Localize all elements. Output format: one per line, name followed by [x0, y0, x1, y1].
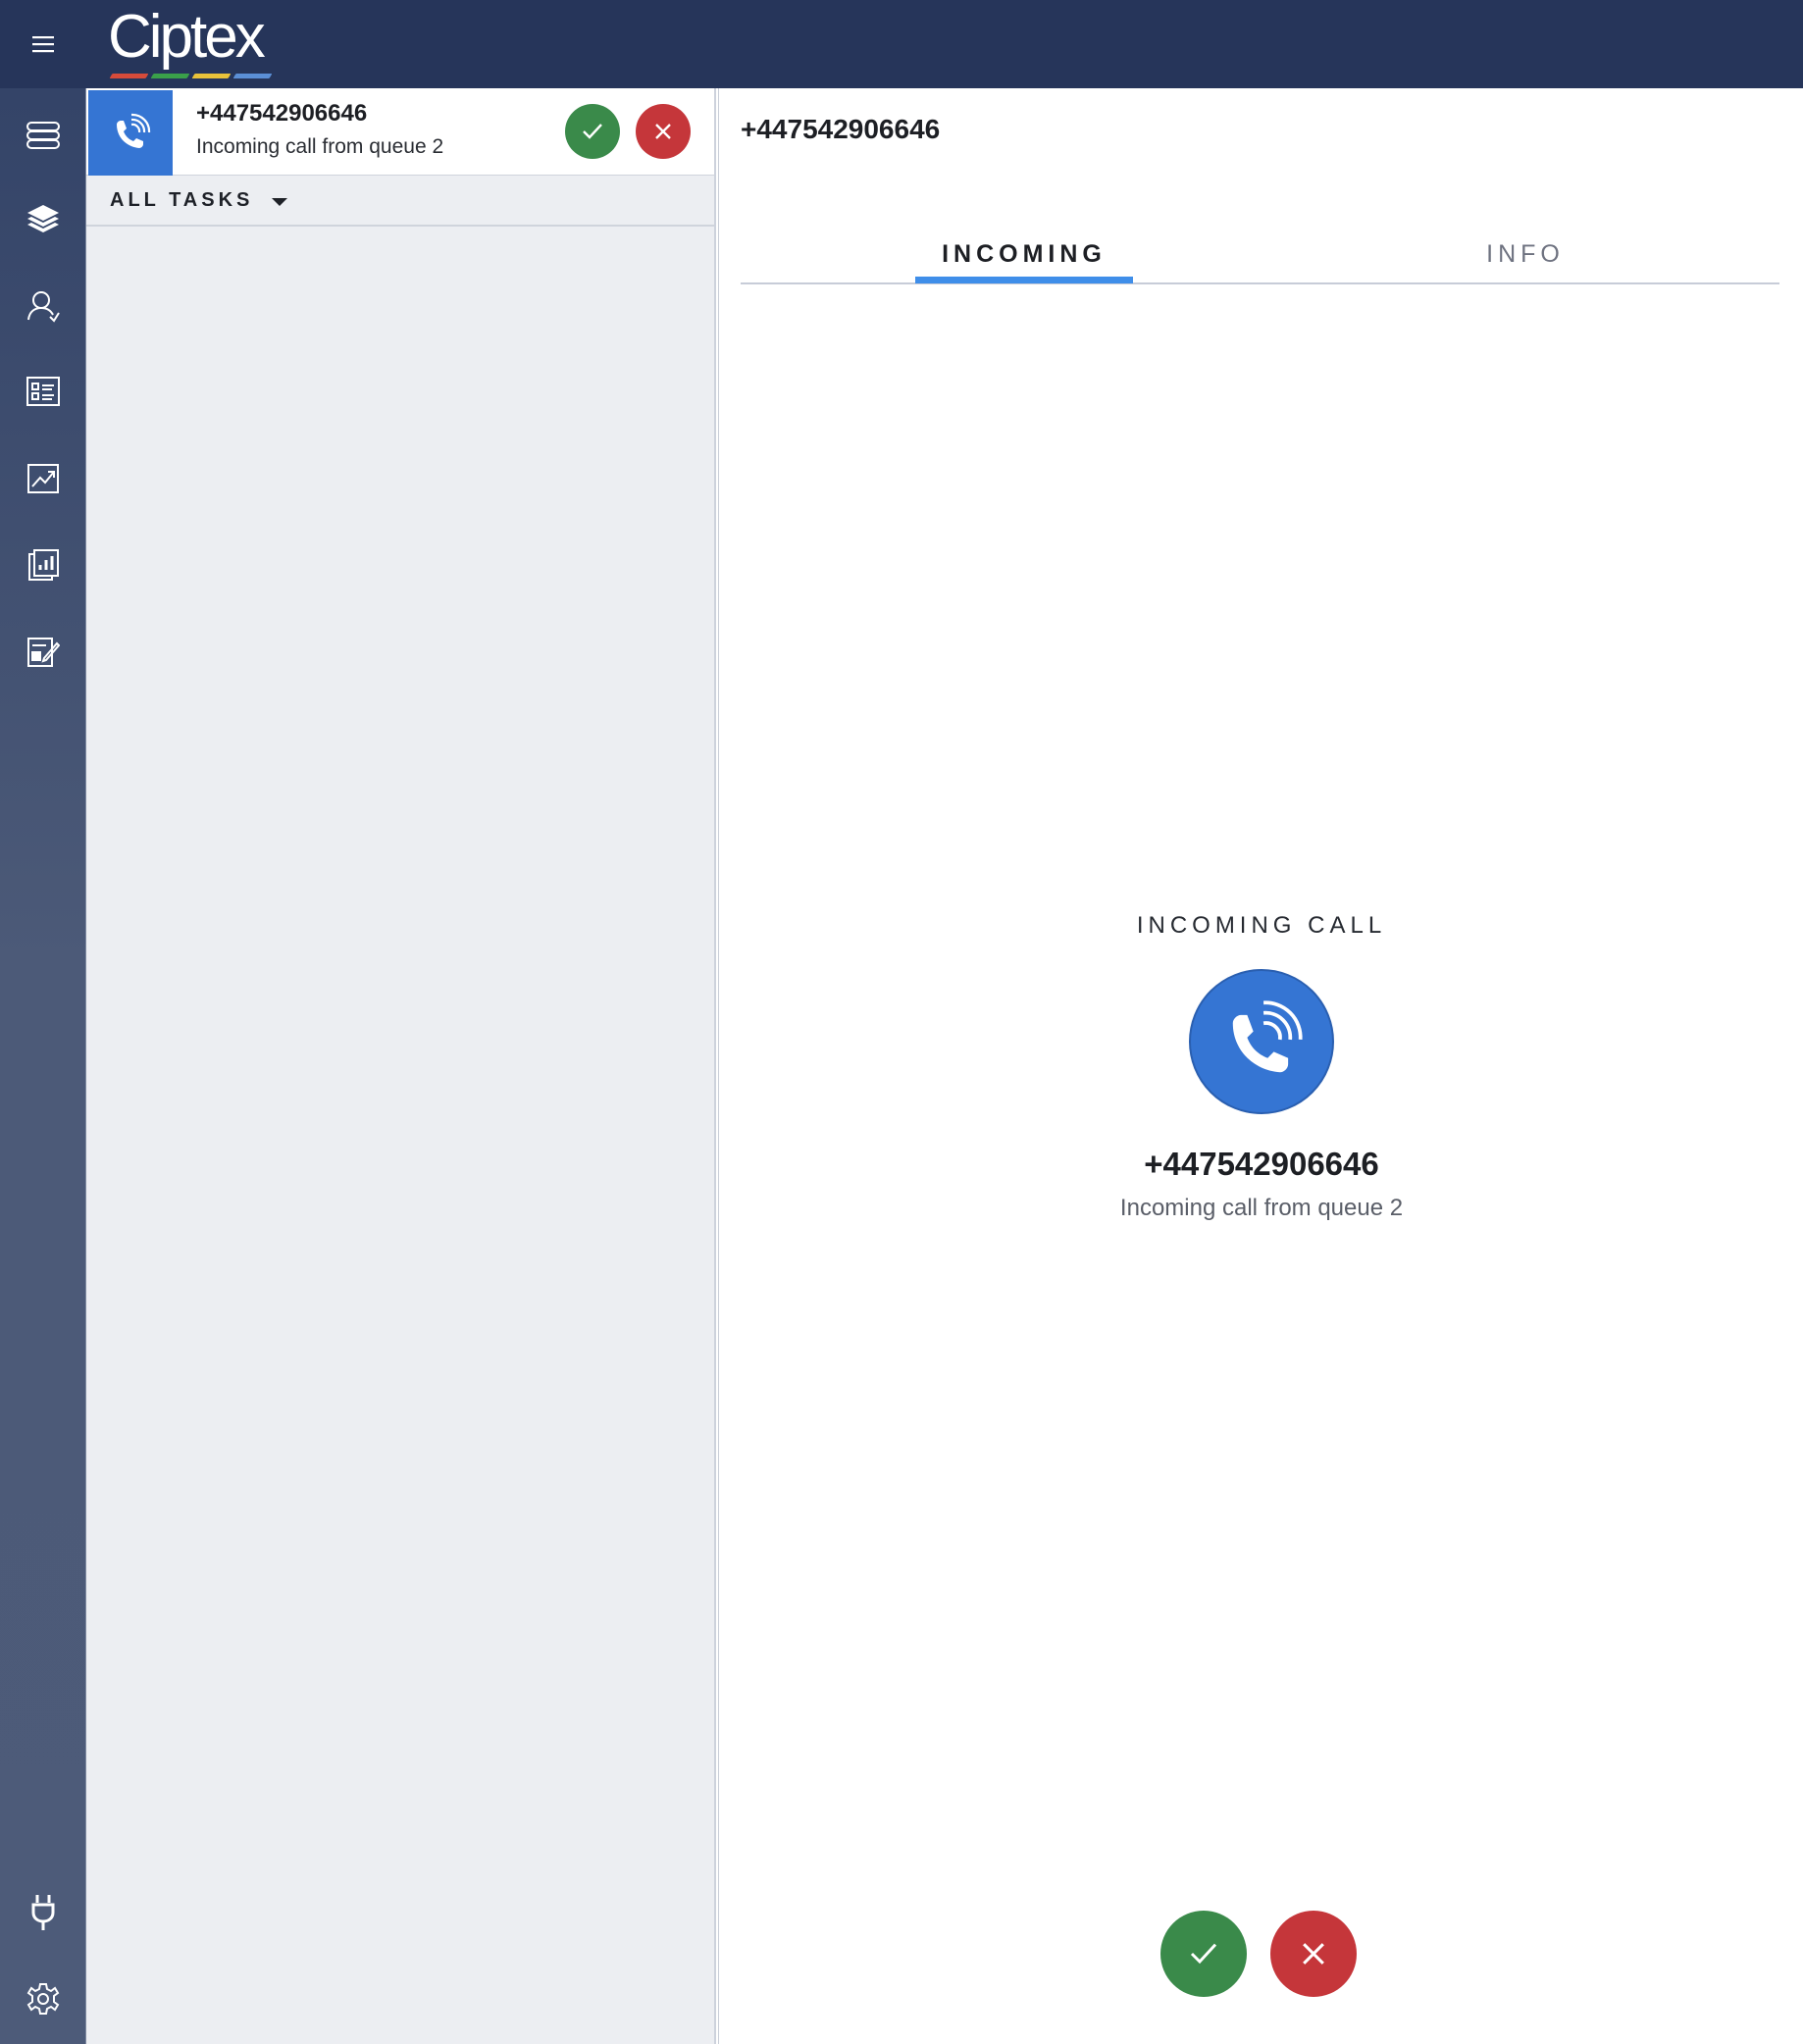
- task-card[interactable]: +447542906646 Incoming call from queue 2: [86, 88, 714, 176]
- incoming-call-block: INCOMING CALL +447542906646 Incoming cal…: [719, 902, 1803, 1222]
- directory-list-icon[interactable]: [22, 371, 65, 414]
- reject-call-button[interactable]: [1270, 1911, 1357, 1997]
- edit-form-icon[interactable]: [22, 630, 65, 673]
- hamburger-menu-icon[interactable]: [26, 24, 61, 65]
- settings-gear-icon[interactable]: [22, 1977, 65, 2020]
- caller-subtitle: Incoming call from queue 2: [1119, 1195, 1404, 1221]
- task-filter-label[interactable]: ALL TASKS: [110, 189, 253, 212]
- task-caller-number: +447542906646: [196, 100, 368, 127]
- layers-icon[interactable]: [22, 198, 65, 241]
- plug-icon[interactable]: [22, 1891, 65, 1934]
- check-icon: [583, 124, 602, 139]
- caller-number: +447542906646: [1144, 1146, 1379, 1182]
- close-icon: [1303, 1943, 1324, 1965]
- task-subtitle: Incoming call from queue 2: [196, 135, 444, 158]
- detail-tabs: INCOMING INFO: [741, 226, 1779, 284]
- detail-title: +447542906646: [741, 114, 941, 144]
- tab-info[interactable]: INFO: [1427, 226, 1623, 282]
- caret-down-icon[interactable]: [267, 191, 292, 213]
- task-filter-bar: ALL TASKS: [86, 176, 714, 227]
- contact-person-icon[interactable]: [22, 284, 65, 328]
- task-reject-button[interactable]: [636, 104, 691, 159]
- ringing-phone-icon: [117, 113, 151, 148]
- task-list-panel: +447542906646 Incoming call from queue 2…: [86, 88, 716, 2044]
- server-stack-icon[interactable]: [22, 114, 65, 157]
- tab-incoming[interactable]: INCOMING: [915, 226, 1133, 282]
- top-bar: Ciptex: [0, 0, 1803, 88]
- task-accept-button[interactable]: [565, 104, 620, 159]
- active-tab-indicator: [915, 277, 1133, 283]
- close-icon: [655, 124, 671, 139]
- task-type-box: [88, 90, 173, 176]
- left-nav: [0, 88, 86, 2044]
- call-action-bar: [1160, 1911, 1357, 1999]
- accept-call-button[interactable]: [1160, 1911, 1247, 1997]
- brand-logo-bars: [109, 74, 273, 78]
- ringing-phone-icon: [1189, 969, 1334, 1114]
- brand-logo-text: Ciptex: [108, 3, 266, 71]
- task-detail-panel: +447542906646 INCOMING INFO INCOMING CAL…: [718, 88, 1803, 2044]
- bar-report-icon[interactable]: [22, 543, 65, 587]
- brand-logo: Ciptex: [108, 2, 294, 84]
- incoming-call-label: INCOMING CALL: [1136, 912, 1387, 939]
- check-icon: [1190, 1943, 1217, 1965]
- trend-chart-icon[interactable]: [22, 457, 65, 500]
